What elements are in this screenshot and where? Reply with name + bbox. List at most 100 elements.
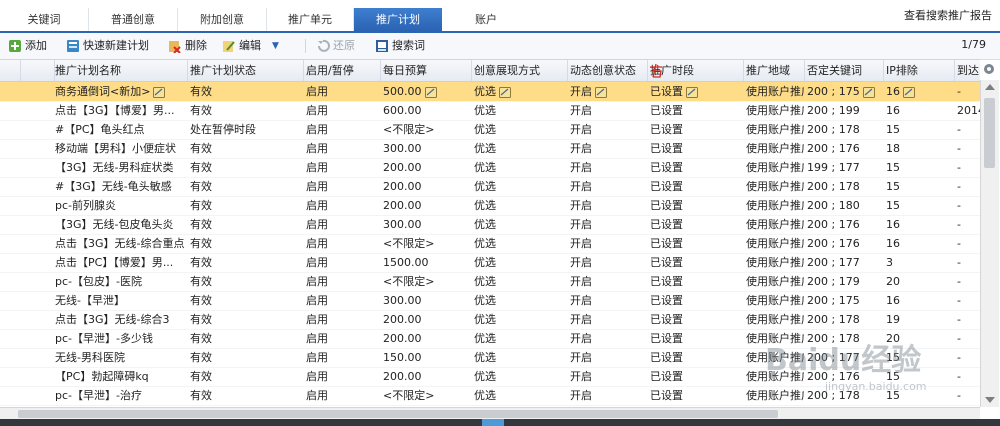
tab-promotion-unit[interactable]: 推广单元 bbox=[267, 8, 354, 31]
quick-new-plan-button[interactable]: 快速新建计划 bbox=[66, 37, 149, 55]
table-cell: 18 bbox=[884, 139, 954, 158]
table-cell[interactable]: #【3G】无线-龟头敏感 bbox=[53, 177, 187, 196]
header-daily-budget[interactable]: 每日预算 bbox=[381, 60, 472, 81]
row-select-cell[interactable] bbox=[0, 215, 20, 234]
table-row[interactable]: 无线-【早泄】 有效 启用 300.00 优选 开启 已设置 使用账户推广...200 ; 1… bbox=[0, 291, 980, 311]
table-cell[interactable]: 点击【3G】无线-综合重点 bbox=[53, 234, 187, 253]
header-region[interactable]: 推广地域 bbox=[744, 60, 805, 81]
table-row[interactable]: 移动端【男科】小便症状 有效 启用 300.00 优选 开启 已设置 使用账户推广...200… bbox=[0, 139, 980, 159]
table-row[interactable]: #【PC】龟头红点 处在暂停时段 启用 <不限定> 优选 开启 已设置 使用账户推广...20… bbox=[0, 120, 980, 140]
table-cell[interactable]: pc-【早泄】-多少钱 bbox=[53, 329, 187, 348]
row-select-cell[interactable] bbox=[0, 139, 20, 158]
edit-cell-icon[interactable] bbox=[595, 86, 607, 98]
table-cell[interactable]: 【PC】勃起障碍kq bbox=[53, 367, 187, 386]
cell-value: 150.00 bbox=[383, 351, 422, 364]
table-cell[interactable]: pc-【早泄】-治疗 bbox=[53, 386, 187, 405]
table-cell[interactable]: 点击【3G】【博爱】男... bbox=[53, 101, 187, 120]
vertical-scroll-thumb[interactable] bbox=[984, 98, 995, 168]
row-select-cell[interactable] bbox=[0, 367, 20, 386]
table-row[interactable]: pc-【包皮】-医院 有效 启用 <不限定> 优选 开启 已设置 使用账户推广...200 ;… bbox=[0, 272, 980, 292]
table-cell: - bbox=[955, 196, 980, 215]
edit-cell-icon[interactable] bbox=[862, 86, 875, 98]
table-cell: 有效 bbox=[188, 234, 303, 253]
edit-button[interactable]: 编辑 ▼ bbox=[222, 37, 279, 55]
table-cell[interactable]: 【3G】无线-包皮龟头炎 bbox=[53, 215, 187, 234]
header-creative-display[interactable]: 创意展现方式 bbox=[472, 60, 568, 81]
table-cell[interactable]: #【PC】龟头红点 bbox=[53, 120, 187, 139]
cell-value: 有效 bbox=[190, 332, 212, 345]
delete-button[interactable]: 删除 bbox=[168, 37, 207, 55]
edit-cell-icon[interactable] bbox=[499, 86, 511, 98]
table-cell[interactable]: 点击【PC】【博爱】男... bbox=[53, 253, 187, 272]
search-report-link[interactable]: 查看搜索推广报告 bbox=[904, 8, 992, 24]
row-select-cell[interactable] bbox=[0, 253, 20, 272]
cell-value: 使用账户推广... bbox=[746, 275, 804, 288]
edit-cell-icon[interactable] bbox=[686, 86, 698, 98]
scroll-down-arrow[interactable] bbox=[985, 397, 995, 403]
tab-ordinary-creative[interactable]: 普通创意 bbox=[89, 8, 178, 31]
table-row[interactable]: pc-前列腺炎 有效 启用 200.00 优选 开启 已设置 使用账户推广...200 ; 1… bbox=[0, 196, 980, 216]
table-cell[interactable]: pc-【包皮】-医院 bbox=[53, 272, 187, 291]
header-negative-keywords[interactable]: 否定关键词 bbox=[805, 60, 884, 81]
table-cell[interactable]: 无线-男科医院 bbox=[53, 348, 187, 367]
header-ip-exclusion[interactable]: IP排除 bbox=[884, 60, 955, 81]
table-cell: 已设置 bbox=[648, 139, 743, 158]
cell-value: 有效 bbox=[190, 104, 212, 117]
chevron-down-icon[interactable]: ▼ bbox=[272, 37, 279, 55]
search-word-button[interactable]: 搜索词 bbox=[375, 37, 425, 55]
row-select-cell[interactable] bbox=[0, 310, 20, 329]
table-cell: 15 bbox=[884, 158, 954, 177]
header-dynamic-creative[interactable]: 动态创意状态 bbox=[568, 60, 648, 81]
row-select-cell[interactable] bbox=[0, 386, 20, 405]
gear-icon[interactable] bbox=[982, 62, 996, 76]
table-cell[interactable]: 移动端【男科】小便症状 bbox=[53, 139, 187, 158]
table-cell: 200.00 bbox=[381, 177, 471, 196]
header-plan-status[interactable]: 推广计划状态 bbox=[188, 60, 304, 81]
table-row[interactable]: 点击【3G】无线-综合3 有效 启用 200.00 优选 开启 已设置 使用账户推广...20… bbox=[0, 310, 980, 330]
tab-promotion-plan[interactable]: 推广计划 bbox=[354, 8, 442, 31]
table-cell: 启用 bbox=[304, 215, 380, 234]
table-row[interactable]: 商务通倒词<新加> 有效 启用 500.00 优选 开启 已设置 使用账户推广...200 ;… bbox=[0, 82, 980, 102]
add-button[interactable]: 添加 bbox=[8, 37, 47, 55]
vertical-scrollbar[interactable] bbox=[980, 80, 999, 407]
table-row[interactable]: 点击【3G】无线-综合重点有效 启用 <不限定> 优选 开启 已设置 使用账户推广...20… bbox=[0, 234, 980, 254]
table-row[interactable]: 点击【PC】【博爱】男... 有效 启用 1500.00 优选 开启 已设置 使用账户推广..… bbox=[0, 253, 980, 273]
edit-cell-icon[interactable] bbox=[903, 86, 915, 98]
row-select-cell[interactable] bbox=[0, 120, 20, 139]
table-cell[interactable]: 点击【3G】无线-综合3 bbox=[53, 310, 187, 329]
row-select-cell[interactable] bbox=[0, 82, 20, 101]
row-select-cell[interactable] bbox=[0, 291, 20, 310]
scroll-up-arrow[interactable] bbox=[985, 84, 995, 90]
table-row[interactable]: 点击【3G】【博爱】男... 有效 启用 600.00 优选 开启 已设置 使用账户推广...… bbox=[0, 101, 980, 121]
header-arrival[interactable]: 到达 bbox=[955, 60, 980, 81]
horizontal-scroll-thumb[interactable] bbox=[18, 410, 778, 418]
tab-additional-creative[interactable]: 附加创意 bbox=[178, 8, 267, 31]
table-cell[interactable]: 【3G】无线-男科症状类 bbox=[53, 158, 187, 177]
table-cell[interactable]: pc-前列腺炎 bbox=[53, 196, 187, 215]
table-cell[interactable]: 商务通倒词<新加> bbox=[53, 82, 187, 101]
table-cell[interactable]: 无线-【早泄】 bbox=[53, 291, 187, 310]
table-row[interactable]: 【3G】无线-包皮龟头炎 有效 启用 300.00 优选 开启 已设置 使用账户推广...20… bbox=[0, 215, 980, 235]
cell-value: 600.00 bbox=[383, 104, 422, 117]
row-select-cell[interactable] bbox=[0, 177, 20, 196]
table-row[interactable]: #【3G】无线-龟头敏感 有效 启用 200.00 优选 开启 已设置 使用账户推广...20… bbox=[0, 177, 980, 197]
header-plan-name[interactable]: 推广计划名称 bbox=[53, 60, 188, 81]
tab-keywords[interactable]: 关键词 bbox=[0, 8, 89, 31]
cell-value: - bbox=[957, 389, 961, 402]
edit-cell-icon[interactable] bbox=[424, 86, 437, 98]
row-select-cell[interactable] bbox=[0, 329, 20, 348]
restore-button[interactable]: 还原 bbox=[316, 37, 355, 55]
bottom-tab-indicator[interactable] bbox=[482, 419, 504, 426]
row-select-cell[interactable] bbox=[0, 348, 20, 367]
row-select-cell[interactable] bbox=[0, 158, 20, 177]
table-row[interactable]: 【3G】无线-男科症状类 有效 启用 200.00 优选 开启 已设置 使用账户推广...19… bbox=[0, 158, 980, 178]
row-select-cell[interactable] bbox=[0, 272, 20, 291]
table-cell: 有效 bbox=[188, 253, 303, 272]
edit-cell-icon[interactable] bbox=[153, 86, 166, 98]
row-select-cell[interactable] bbox=[0, 234, 20, 253]
add-label: 添加 bbox=[25, 39, 47, 52]
row-select-cell[interactable] bbox=[0, 196, 20, 215]
header-enable-pause[interactable]: 启用/暂停 bbox=[304, 60, 381, 81]
tab-account[interactable]: 账户 bbox=[443, 8, 529, 31]
row-select-cell[interactable] bbox=[0, 101, 20, 120]
